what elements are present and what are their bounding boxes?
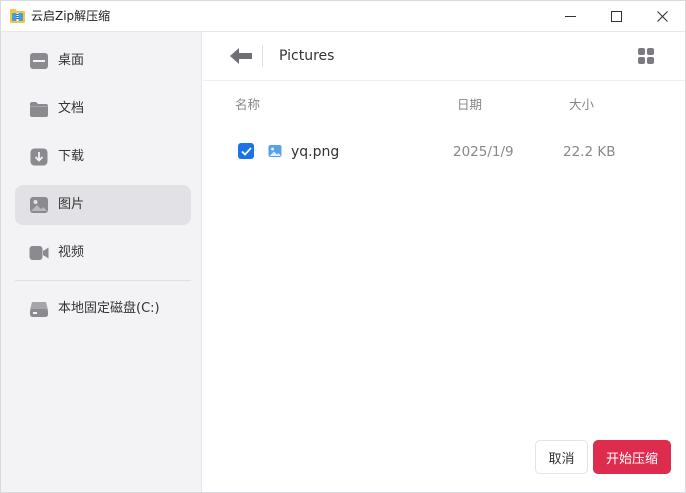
sidebar-divider xyxy=(15,280,191,281)
minimize-button[interactable] xyxy=(547,1,593,32)
sidebar-item-label: 桌面 xyxy=(58,53,85,68)
back-button[interactable] xyxy=(228,45,254,67)
sidebar-item-drive-c[interactable]: 本地固定磁盘(C:) xyxy=(15,289,191,329)
title-bar[interactable]: 云启Zip解压缩 xyxy=(1,1,685,32)
sidebar-item-videos[interactable]: 视频 xyxy=(15,233,191,273)
file-size: 22.2 KB xyxy=(563,144,616,160)
sidebar-item-label: 文档 xyxy=(58,101,85,116)
maximize-button[interactable] xyxy=(593,1,639,32)
column-header-name[interactable]: 名称 xyxy=(235,97,260,113)
file-date: 2025/1/9 xyxy=(453,144,514,160)
window-title: 云启Zip解压缩 xyxy=(31,9,111,23)
sidebar-item-pictures[interactable]: 图片 xyxy=(15,185,191,225)
image-icon xyxy=(29,195,49,215)
video-icon xyxy=(29,243,49,263)
minimize-icon xyxy=(564,16,576,17)
cancel-button[interactable]: 取消 xyxy=(535,440,588,474)
sidebar-item-label: 下载 xyxy=(58,149,85,164)
close-icon xyxy=(656,11,668,22)
app-window: 云启Zip解压缩 桌面 文档 下载 图片 视频 本地固定磁盘(C:) Pictu… xyxy=(0,0,686,493)
folder-zip-icon xyxy=(10,9,25,23)
sidebar-item-desktop[interactable]: 桌面 xyxy=(15,41,191,81)
image-file-icon xyxy=(268,145,282,157)
sidebar-item-label: 图片 xyxy=(58,197,85,212)
start-compress-button[interactable]: 开始压缩 xyxy=(593,440,671,474)
column-header-size[interactable]: 大小 xyxy=(569,97,594,113)
sidebar-item-documents[interactable]: 文档 xyxy=(15,89,191,129)
drive-icon xyxy=(29,299,49,319)
toolbar: Pictures xyxy=(203,32,685,81)
table-row[interactable]: yq.png 2025/1/9 22.2 KB xyxy=(223,132,663,172)
sidebar-item-label: 视频 xyxy=(58,245,85,260)
sidebar-item-downloads[interactable]: 下载 xyxy=(15,137,191,177)
toolbar-divider xyxy=(262,45,263,67)
desktop-icon xyxy=(29,51,49,71)
close-button[interactable] xyxy=(639,1,685,32)
folder-icon xyxy=(29,99,49,119)
file-browser: Pictures 名称 日期 大小 yq.png 2025/1/9 22.2 K… xyxy=(203,32,685,492)
sidebar: 桌面 文档 下载 图片 视频 本地固定磁盘(C:) xyxy=(1,32,202,492)
grid-view-icon[interactable] xyxy=(637,47,655,65)
download-icon xyxy=(29,147,49,167)
sidebar-item-label: 本地固定磁盘(C:) xyxy=(58,301,160,316)
arrow-left-icon xyxy=(230,48,252,64)
file-name: yq.png xyxy=(291,144,340,160)
checkmark-icon xyxy=(240,146,252,156)
row-checkbox[interactable] xyxy=(238,143,254,159)
column-header-date[interactable]: 日期 xyxy=(457,97,482,113)
maximize-icon xyxy=(610,11,622,22)
current-path: Pictures xyxy=(279,48,335,64)
